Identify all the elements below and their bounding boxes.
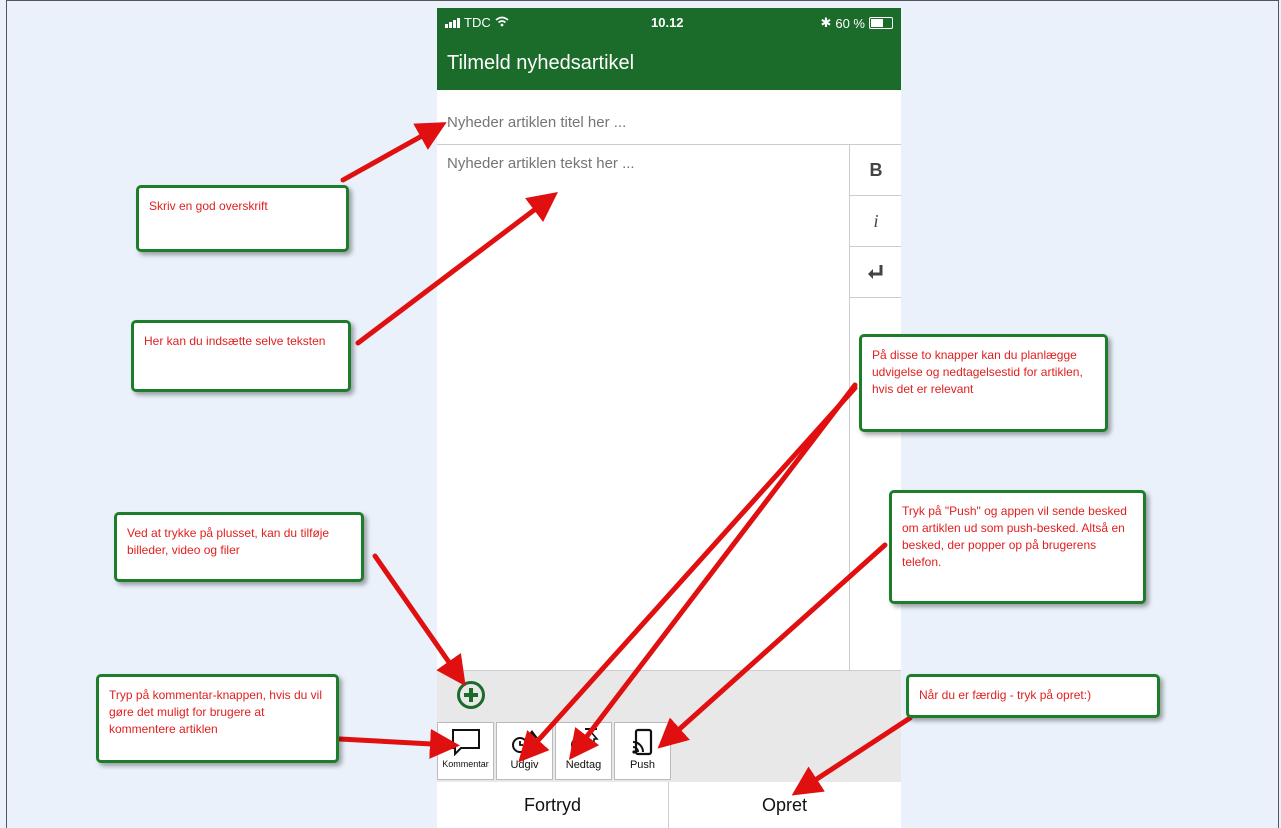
- page-title: Tilmeld nyhedsartikel: [447, 52, 635, 74]
- signal-icon: [445, 17, 460, 28]
- clock-down-icon: [570, 728, 599, 753]
- body-field-container: [437, 145, 849, 670]
- callout-done: Når du er færdig - tryk på opret:): [906, 674, 1160, 718]
- clock: 10.12: [651, 15, 684, 30]
- title-field-container: [437, 100, 901, 145]
- callout-attach: Ved at trykke på plusset, kan du tilføje…: [114, 512, 364, 582]
- bluetooth-icon: ✱: [820, 15, 832, 30]
- callout-headline: Skriv en god overskrift: [136, 185, 349, 252]
- comment-label: Kommentar: [442, 759, 489, 769]
- comment-button[interactable]: Kommentar: [437, 722, 494, 780]
- publish-button[interactable]: Udgiv: [496, 722, 553, 780]
- bold-button[interactable]: B: [850, 145, 901, 196]
- unpublish-label: Nedtag: [565, 759, 602, 771]
- phone-screen: TDC 10.12 ✱ 60 % Tilmeld nyhedsartikel B…: [437, 8, 901, 828]
- carrier-indicator: TDC: [445, 15, 509, 30]
- battery-percent: 60 %: [835, 15, 865, 31]
- action-toolbar: Kommentar Udgiv Nedtag Push: [437, 714, 901, 783]
- clock-up-icon: [511, 730, 538, 753]
- create-button[interactable]: Opret: [669, 782, 900, 828]
- app-bar: Tilmeld nyhedsartikel: [437, 38, 901, 90]
- newline-button[interactable]: [850, 247, 901, 298]
- title-input[interactable]: [437, 100, 897, 144]
- battery-indicator: ✱ 60 %: [820, 15, 893, 31]
- publish-label: Udgiv: [510, 759, 539, 771]
- push-button[interactable]: Push: [614, 722, 671, 780]
- callout-push: Tryk på "Push" og appen vil sende besked…: [889, 490, 1146, 604]
- push-label: Push: [629, 759, 656, 771]
- wifi-icon: [495, 15, 509, 30]
- attachment-bar: [437, 670, 901, 715]
- callout-text: Her kan du indsætte selve teksten: [131, 320, 351, 392]
- unpublish-button[interactable]: Nedtag: [555, 722, 612, 780]
- callout-schedule: På disse to knapper kan du planlægge udv…: [859, 334, 1108, 432]
- footer-actions: Fortryd Opret: [437, 782, 901, 828]
- push-icon: [631, 728, 652, 756]
- battery-icon: [869, 17, 893, 29]
- carrier-name: TDC: [464, 15, 491, 30]
- add-attachment-button[interactable]: [457, 681, 485, 709]
- status-bar: TDC 10.12 ✱ 60 %: [437, 8, 901, 38]
- body-textarea[interactable]: [437, 145, 837, 645]
- return-icon: [868, 265, 883, 279]
- comment-icon: [451, 729, 480, 756]
- cancel-button[interactable]: Fortryd: [437, 782, 668, 828]
- callout-comment: Tryp på kommentar-knappen, hvis du vil g…: [96, 674, 339, 763]
- italic-button[interactable]: i: [850, 196, 901, 247]
- plus-icon: [464, 688, 478, 702]
